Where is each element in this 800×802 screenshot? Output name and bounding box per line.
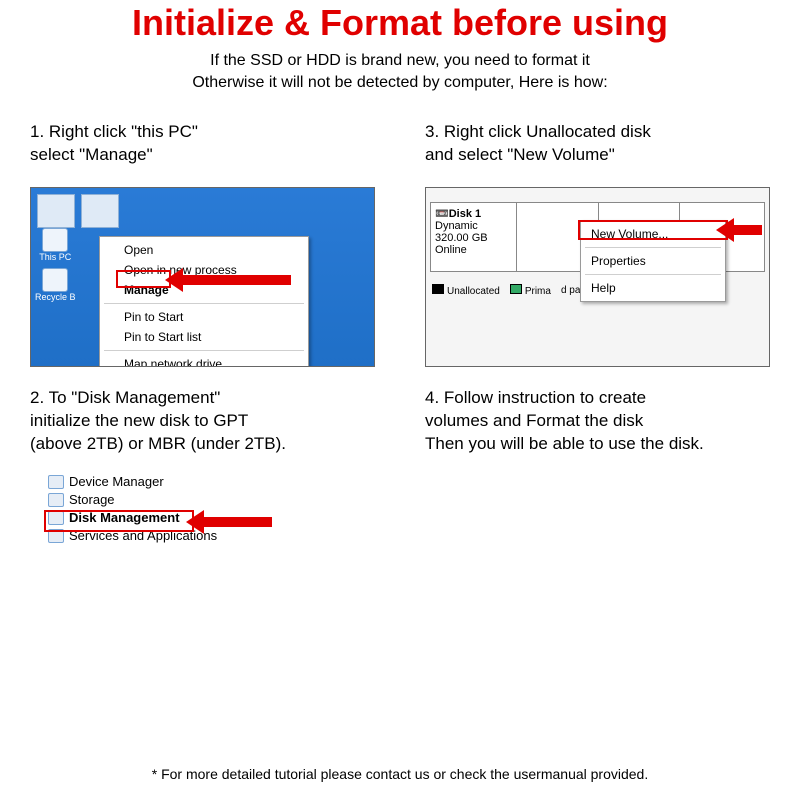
step-4-line1: 4. Follow instruction to create [425, 388, 646, 407]
step-1-text: 1. Right click "this PC" select "Manage" [30, 121, 375, 171]
legend-tail-text: d pa [561, 285, 580, 296]
disk-size: 320.00 GB [435, 232, 488, 244]
menu-item-help[interactable]: Help [581, 278, 725, 298]
computer-icon [42, 228, 68, 252]
disk-name: Disk 1 [449, 208, 481, 220]
menu-separator [104, 350, 304, 351]
step-2-line3: (above 2TB) or MBR (under 2TB). [30, 434, 286, 453]
taskbar-tile [81, 194, 119, 228]
step-4-line3: Then you will be able to use the disk. [425, 434, 704, 453]
step-4-text: 4. Follow instruction to create volumes … [425, 387, 770, 456]
menu-item-pin-to-start-list[interactable]: Pin to Start list [100, 327, 308, 347]
disk-type: Dynamic [435, 220, 478, 232]
step-4-line2: volumes and Format the disk [425, 411, 643, 430]
menu-separator [585, 247, 721, 248]
menu-separator [104, 303, 304, 304]
menu-item-properties[interactable]: Properties [581, 251, 725, 271]
screenshot-disk-management: 📼Disk 1 Dynamic 320.00 GB Online Unalloc… [425, 187, 770, 367]
desktop-label: This PC [39, 252, 71, 262]
subtitle-line2: Otherwise it will not be detected by com… [192, 74, 607, 91]
tree-item-device-manager[interactable]: Device Manager [48, 474, 217, 489]
step-2-line2: initialize the new disk to GPT [30, 411, 248, 430]
disk-status: Online [435, 244, 467, 256]
screenshot-mgmt-tree: Device Manager Storage Disk Management S… [30, 472, 280, 572]
subtitle-line1: If the SSD or HDD is brand new, you need… [210, 52, 590, 69]
legend-swatch-primary [510, 284, 522, 294]
step-3-line1: 3. Right click Unallocated disk [425, 122, 651, 141]
recycle-bin-icon [42, 268, 68, 292]
highlight-box-new-volume [578, 220, 728, 240]
context-menu: Open Open in new process Manage Pin to S… [99, 236, 309, 367]
disk-info-cell: 📼Disk 1 Dynamic 320.00 GB Online [431, 203, 517, 271]
step-3-line2: and select "New Volume" [425, 145, 615, 164]
legend-swatch-unallocated [432, 284, 444, 294]
desktop-label: Recycle B [35, 292, 76, 302]
step-1-line2: select "Manage" [30, 145, 153, 164]
legend-label-unallocated: Unallocated [447, 286, 500, 297]
page-title: Initialize & Format before using [30, 2, 770, 44]
menu-item-open[interactable]: Open [100, 240, 308, 260]
step-2-text: 2. To "Disk Management" initialize the n… [30, 387, 375, 456]
menu-item-map-network-drive[interactable]: Map network drive... [100, 354, 308, 367]
storage-icon [48, 493, 64, 507]
desktop-icon-recycle-bin[interactable]: Recycle B [35, 268, 76, 302]
taskbar-tile [37, 194, 75, 228]
step-3: 3. Right click Unallocated disk and sele… [425, 121, 770, 572]
highlight-box-disk-management [44, 510, 194, 532]
desktop-icon-this-pc[interactable]: This PC [35, 228, 76, 262]
step-2-line1: 2. To "Disk Management" [30, 388, 220, 407]
menu-item-pin-to-start[interactable]: Pin to Start [100, 307, 308, 327]
step-1-line1: 1. Right click "this PC" [30, 122, 198, 141]
step-1: 1. Right click "this PC" select "Manage"… [30, 121, 375, 572]
highlight-box-manage [116, 270, 171, 288]
legend-label-primary: Prima [525, 286, 551, 297]
legend: Unallocated Prima d pa [432, 284, 580, 297]
page-subtitle: If the SSD or HDD is brand new, you need… [30, 50, 770, 93]
tree-item-storage[interactable]: Storage [48, 492, 217, 507]
footer-note: * For more detailed tutorial please cont… [0, 766, 800, 782]
device-manager-icon [48, 475, 64, 489]
screenshot-desktop-context-menu: This PC Recycle B Open Open in new proce… [30, 187, 375, 367]
menu-separator [585, 274, 721, 275]
tree-label: Storage [69, 492, 115, 507]
tree-label: Device Manager [69, 474, 164, 489]
step-3-text: 3. Right click Unallocated disk and sele… [425, 121, 770, 171]
